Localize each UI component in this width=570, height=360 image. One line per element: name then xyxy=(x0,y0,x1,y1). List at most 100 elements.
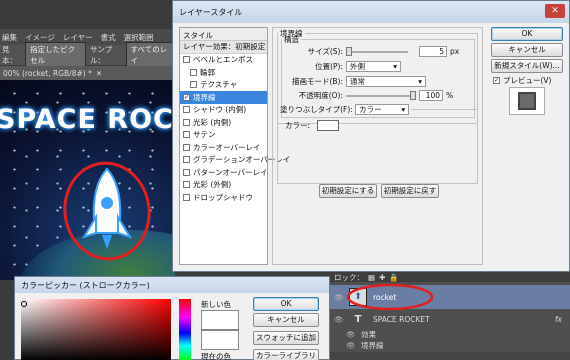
position-row: 位置(P): 外側 ▾ xyxy=(287,61,401,72)
layers-panel: ロック： ▦ ✚ 🔒 👁 ⬆ rocket 👁 T SPACE ROCKET f… xyxy=(330,272,570,360)
style-checkbox[interactable] xyxy=(183,118,190,126)
style-checkbox[interactable] xyxy=(183,156,190,164)
layer-row-rocket[interactable]: 👁 ⬆ rocket xyxy=(330,283,570,311)
preview-label: プレビュー(V) xyxy=(503,76,552,85)
style-list-header[interactable]: スタイル xyxy=(180,28,267,41)
stroke-color-swatch[interactable] xyxy=(317,120,340,131)
text-layer-icon: T xyxy=(354,313,362,325)
new-style-button[interactable]: 新規スタイル(W)... xyxy=(491,59,563,73)
menu-select[interactable]: 選択範囲 xyxy=(124,32,154,42)
blend-mode-value: 通常 xyxy=(350,77,365,86)
fill-type-group: 塗りつぶしタイプ(F): カラー ▾ xyxy=(277,104,478,184)
document-tab[interactable]: 00% (rocket, RGB/8#) * ✕ xyxy=(0,66,175,80)
sample-size-select[interactable]: 指定したピクセル xyxy=(25,42,86,68)
style-checkbox[interactable] xyxy=(190,81,197,89)
current-color-label: 現在の色 xyxy=(201,352,231,360)
layer-row-background[interactable] xyxy=(330,352,570,360)
style-list-item-label: シャドウ (内側) xyxy=(193,105,247,115)
style-checkbox[interactable] xyxy=(183,181,190,189)
blend-mode-row: 描画モード(B): 通常 ▾ xyxy=(287,76,426,87)
fx-badge[interactable]: fx xyxy=(555,315,562,324)
size-slider[interactable] xyxy=(346,46,408,56)
position-label: 位置(P): xyxy=(315,62,343,71)
preview-checkbox[interactable]: ✓ xyxy=(493,77,500,84)
lock-all-icon[interactable]: 🔒 xyxy=(389,273,398,282)
sample-layers-select[interactable]: すべてのレイ xyxy=(125,42,173,68)
menu-image[interactable]: イメージ xyxy=(25,32,55,42)
stroke-color-row: カラー: xyxy=(285,120,340,131)
color-libraries-button[interactable]: カラーライブラリ xyxy=(253,349,319,360)
style-list-item[interactable]: テクスチャ xyxy=(180,79,267,92)
menu-type[interactable]: 書式 xyxy=(101,32,116,42)
size-unit: px xyxy=(450,47,460,56)
layer-row-space-rocket[interactable]: 👁 T SPACE ROCKET fx xyxy=(330,312,570,326)
annotation-circle xyxy=(346,283,434,311)
hue-slider[interactable] xyxy=(179,299,191,360)
menu-edit[interactable]: 編集 xyxy=(2,32,17,42)
color-cancel-button[interactable]: キャンセル xyxy=(253,313,319,327)
lock-position-icon[interactable]: ✚ xyxy=(379,273,385,282)
reset-default-button[interactable]: 初期設定に戻す xyxy=(381,184,439,198)
lock-pixels-icon[interactable]: ▦ xyxy=(368,273,375,282)
style-list-item[interactable]: ✓ 境界線 xyxy=(180,91,267,104)
position-select[interactable]: 外側 ▾ xyxy=(346,61,401,72)
options-label: 見本： xyxy=(2,45,17,65)
style-list-item[interactable]: 光彩 (内側) xyxy=(180,116,267,129)
opacity-slider[interactable] xyxy=(346,90,416,100)
style-checkbox[interactable] xyxy=(183,56,190,64)
style-list-item[interactable]: グラデーションオーバーレイ xyxy=(180,154,290,167)
make-default-button[interactable]: 初期設定にする xyxy=(319,184,377,198)
fill-type-label: 塗りつぶしタイプ(F): xyxy=(280,105,353,114)
fill-type-select[interactable]: カラー ▾ xyxy=(355,104,410,115)
style-checkbox[interactable]: ✓ xyxy=(183,93,190,101)
color-field-cursor[interactable] xyxy=(21,301,27,307)
canvas-title-text: SPACE ROCK xyxy=(0,104,175,135)
style-list-item[interactable]: ベベルとエンボス xyxy=(180,54,267,67)
effects-label: 効果 xyxy=(361,329,376,339)
opacity-slider-thumb[interactable] xyxy=(410,90,416,100)
document-canvas[interactable]: SPACE ROCK xyxy=(0,80,175,280)
blend-mode-select[interactable]: 通常 ▾ xyxy=(346,76,426,87)
opacity-input[interactable]: 100 xyxy=(419,90,443,101)
style-list-item[interactable]: サテン xyxy=(180,129,267,142)
color-field[interactable] xyxy=(21,299,171,360)
cancel-button[interactable]: キャンセル xyxy=(491,43,563,57)
new-color-label: 新しい色 xyxy=(201,300,231,309)
ok-button[interactable]: OK xyxy=(491,27,563,41)
size-slider-thumb[interactable] xyxy=(346,46,352,56)
style-checkbox[interactable] xyxy=(183,168,190,176)
eye-icon[interactable]: 👁 xyxy=(346,341,356,350)
add-to-swatches-button[interactable]: スウォッチに追加 xyxy=(253,331,319,345)
style-checkbox[interactable] xyxy=(183,193,190,201)
layers-lock-bar: ロック： ▦ ✚ 🔒 xyxy=(330,272,570,282)
layer-effect-stroke-row[interactable]: 👁 境界線 xyxy=(330,340,570,350)
eye-icon[interactable]: 👁 xyxy=(346,330,356,339)
effect-stroke-label: 境界線 xyxy=(361,340,384,350)
color-picker-titlebar[interactable]: カラーピッカー (ストロークカラー) xyxy=(15,277,329,293)
current-color-swatch[interactable] xyxy=(201,330,239,350)
style-list-item[interactable]: ドロップシャドウ xyxy=(180,191,267,204)
style-list-item[interactable]: シャドウ (内側) xyxy=(180,104,267,117)
eye-icon[interactable]: 👁 xyxy=(334,293,344,302)
style-checkbox[interactable] xyxy=(183,106,190,114)
style-list-item[interactable]: 光彩 (外側) xyxy=(180,179,267,192)
new-color-swatch xyxy=(201,310,239,330)
color-ok-button[interactable]: OK xyxy=(253,297,319,311)
close-icon[interactable]: ✕ xyxy=(96,69,102,78)
style-list-blending-options[interactable]: レイヤー効果：初期設定 xyxy=(180,41,267,54)
menu-layer[interactable]: レイヤー xyxy=(63,32,93,42)
eye-icon[interactable]: 👁 xyxy=(334,315,344,324)
layer-effects-row[interactable]: 👁 効果 xyxy=(330,329,570,339)
stroke-settings-panel: 境界線 構造 サイズ(S): 5 px 位置(P): 外側 ▾ 描画モード(B):… xyxy=(272,27,483,265)
preview-checkbox-row[interactable]: ✓ プレビュー(V) xyxy=(493,75,551,86)
style-list-item[interactable]: カラーオーバーレイ xyxy=(180,141,267,154)
style-list-item[interactable]: パターンオーバーレイ xyxy=(180,166,268,179)
dialog-titlebar[interactable]: レイヤースタイル xyxy=(173,1,569,23)
style-checkbox[interactable] xyxy=(190,68,197,76)
style-list-item-label: ドロップシャドウ xyxy=(193,192,253,202)
style-checkbox[interactable] xyxy=(183,131,190,139)
style-checkbox[interactable] xyxy=(183,143,190,151)
close-button[interactable]: ✕ xyxy=(545,4,565,18)
size-input[interactable]: 5 xyxy=(419,46,447,57)
style-list-item[interactable]: 輪郭 xyxy=(180,66,267,79)
